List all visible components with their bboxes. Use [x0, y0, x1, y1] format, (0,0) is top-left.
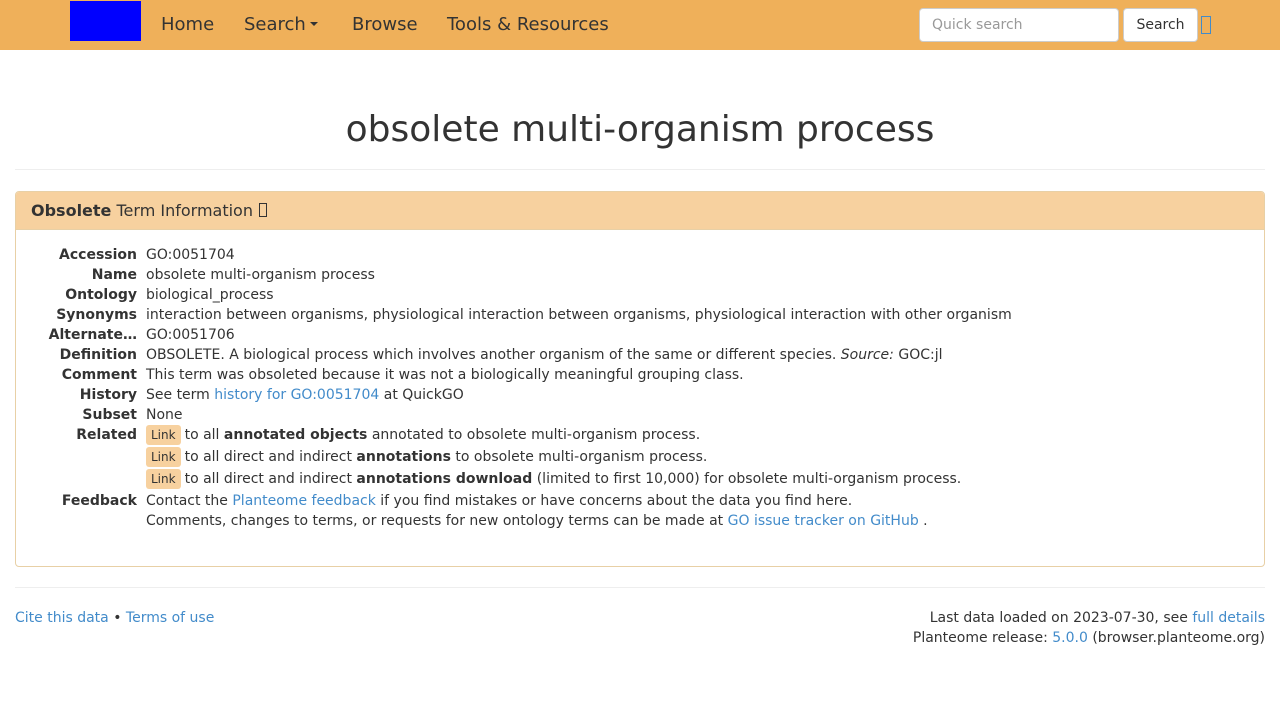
- planteome-feedback-link[interactable]: Planteome feedback: [232, 493, 375, 509]
- related-row: Link to all annotated objects annotated t…: [146, 425, 700, 445]
- panel-heading: Obsolete Term Information: [16, 192, 1264, 230]
- nav-home[interactable]: Home: [161, 0, 214, 50]
- synonyms-value: interaction between organisms, physiolog…: [146, 307, 1012, 323]
- info-icon[interactable]: [258, 203, 267, 217]
- source-value: GOC:jl: [898, 347, 943, 363]
- panel-heading-title: Term Information: [116, 201, 253, 220]
- related-bold: annotations download: [356, 471, 533, 487]
- field-label: Feedback: [61, 493, 137, 509]
- history-prefix: See term: [146, 387, 210, 403]
- related-text: annotated to obsolete multi-organism pro…: [371, 427, 701, 443]
- search-button[interactable]: Search: [1123, 8, 1198, 42]
- nav-tools-resources[interactable]: Tools & Resources: [447, 0, 609, 50]
- link-badge[interactable]: Link: [146, 447, 181, 467]
- caret-down-icon: [309, 22, 318, 26]
- link-badge[interactable]: Link: [146, 469, 181, 489]
- nav-search-dropdown[interactable]: Search: [244, 0, 318, 50]
- related-text: (limited to first 10,000) for obsolete m…: [536, 471, 962, 487]
- field-label: Accession: [59, 247, 137, 263]
- field-label: Ontology: [65, 287, 137, 303]
- definition-text: OBSOLETE. A biological process which inv…: [146, 347, 837, 363]
- link-badge[interactable]: Link: [146, 425, 181, 445]
- feedback-line: Comments, changes to terms, or requests …: [146, 511, 928, 531]
- term-information-panel: Obsolete Term Information Accession GO:0…: [15, 191, 1265, 567]
- feedback-text: if you find mistakes or have concerns ab…: [380, 493, 853, 509]
- ontology-value: biological_process: [146, 287, 274, 303]
- release-domain: (browser.planteome.org): [1092, 630, 1265, 646]
- release-text: Planteome release:: [912, 630, 1048, 646]
- full-details-link[interactable]: full details: [1192, 610, 1265, 626]
- data-loaded-text: Last data loaded on 2023-07-30, see: [929, 610, 1188, 626]
- related-bold: annotated objects: [223, 427, 368, 443]
- footer-info: Last data loaded on 2023-07-30, see full…: [913, 608, 1265, 648]
- name-value: obsolete multi-organism process: [146, 267, 375, 283]
- field-label: Comment: [61, 367, 137, 383]
- footer-links: Cite this data • Terms of use: [15, 608, 214, 628]
- source-label: Source:: [840, 347, 894, 363]
- related-text: to all direct and indirect: [184, 449, 352, 465]
- related-row: Link to all direct and indirect annotatio…: [146, 447, 707, 467]
- field-label: Name: [91, 267, 137, 283]
- field-label: Related: [76, 427, 137, 443]
- related-bold: annotations: [356, 449, 451, 465]
- related-text: to all direct and indirect: [184, 471, 352, 487]
- divider: [15, 169, 1265, 170]
- data-loaded-line: Last data loaded on 2023-07-30, see full…: [913, 608, 1265, 628]
- subset-value: None: [146, 407, 183, 423]
- feedback-text: Comments, changes to terms, or requests …: [146, 513, 724, 529]
- quick-search-input[interactable]: [919, 8, 1119, 42]
- field-label: Synonyms: [56, 307, 137, 323]
- release-line: Planteome release: 5.0.0 (browser.plante…: [913, 628, 1265, 648]
- field-label: Definition: [59, 347, 137, 363]
- definition-value: OBSOLETE. A biological process which inv…: [146, 345, 942, 365]
- comment-value: This term was obsoleted because it was n…: [146, 367, 744, 383]
- feedback-line: Contact the Planteome feedback if you fi…: [146, 491, 852, 511]
- accession-value: GO:0051704: [146, 247, 235, 263]
- field-label: Subset: [82, 407, 137, 423]
- history-suffix: at QuickGO: [383, 387, 464, 403]
- history-link[interactable]: history for GO:0051704: [214, 387, 379, 403]
- alternate-value: GO:0051706: [146, 327, 235, 343]
- nav-search-label: Search: [244, 14, 306, 35]
- history-value: See term history for GO:0051704 at Quick…: [146, 385, 464, 405]
- field-label: History: [79, 387, 137, 403]
- terms-link[interactable]: Terms of use: [126, 610, 214, 626]
- nav-browse[interactable]: Browse: [352, 0, 418, 50]
- navbar: Home Search Browse Tools & Resources Sea…: [0, 0, 1280, 50]
- release-link[interactable]: 5.0.0: [1052, 630, 1088, 646]
- github-issue-tracker-link[interactable]: GO issue tracker on GitHub: [728, 513, 919, 529]
- cite-link[interactable]: Cite this data: [15, 610, 109, 626]
- field-label: Alternate…: [48, 327, 137, 343]
- panel-heading-status: Obsolete: [31, 201, 112, 220]
- footer-divider: [15, 587, 1265, 588]
- feedback-text: .: [923, 513, 928, 529]
- separator: •: [113, 610, 122, 626]
- feedback-text: Contact the: [146, 493, 228, 509]
- related-text: to obsolete multi-organism process.: [455, 449, 708, 465]
- page-title: obsolete multi-organism process: [345, 109, 935, 150]
- site-logo[interactable]: [70, 1, 141, 41]
- missing-glyph-icon[interactable]: [1201, 16, 1211, 34]
- related-text: to all: [184, 427, 220, 443]
- related-row: Link to all direct and indirect annotatio…: [146, 469, 961, 489]
